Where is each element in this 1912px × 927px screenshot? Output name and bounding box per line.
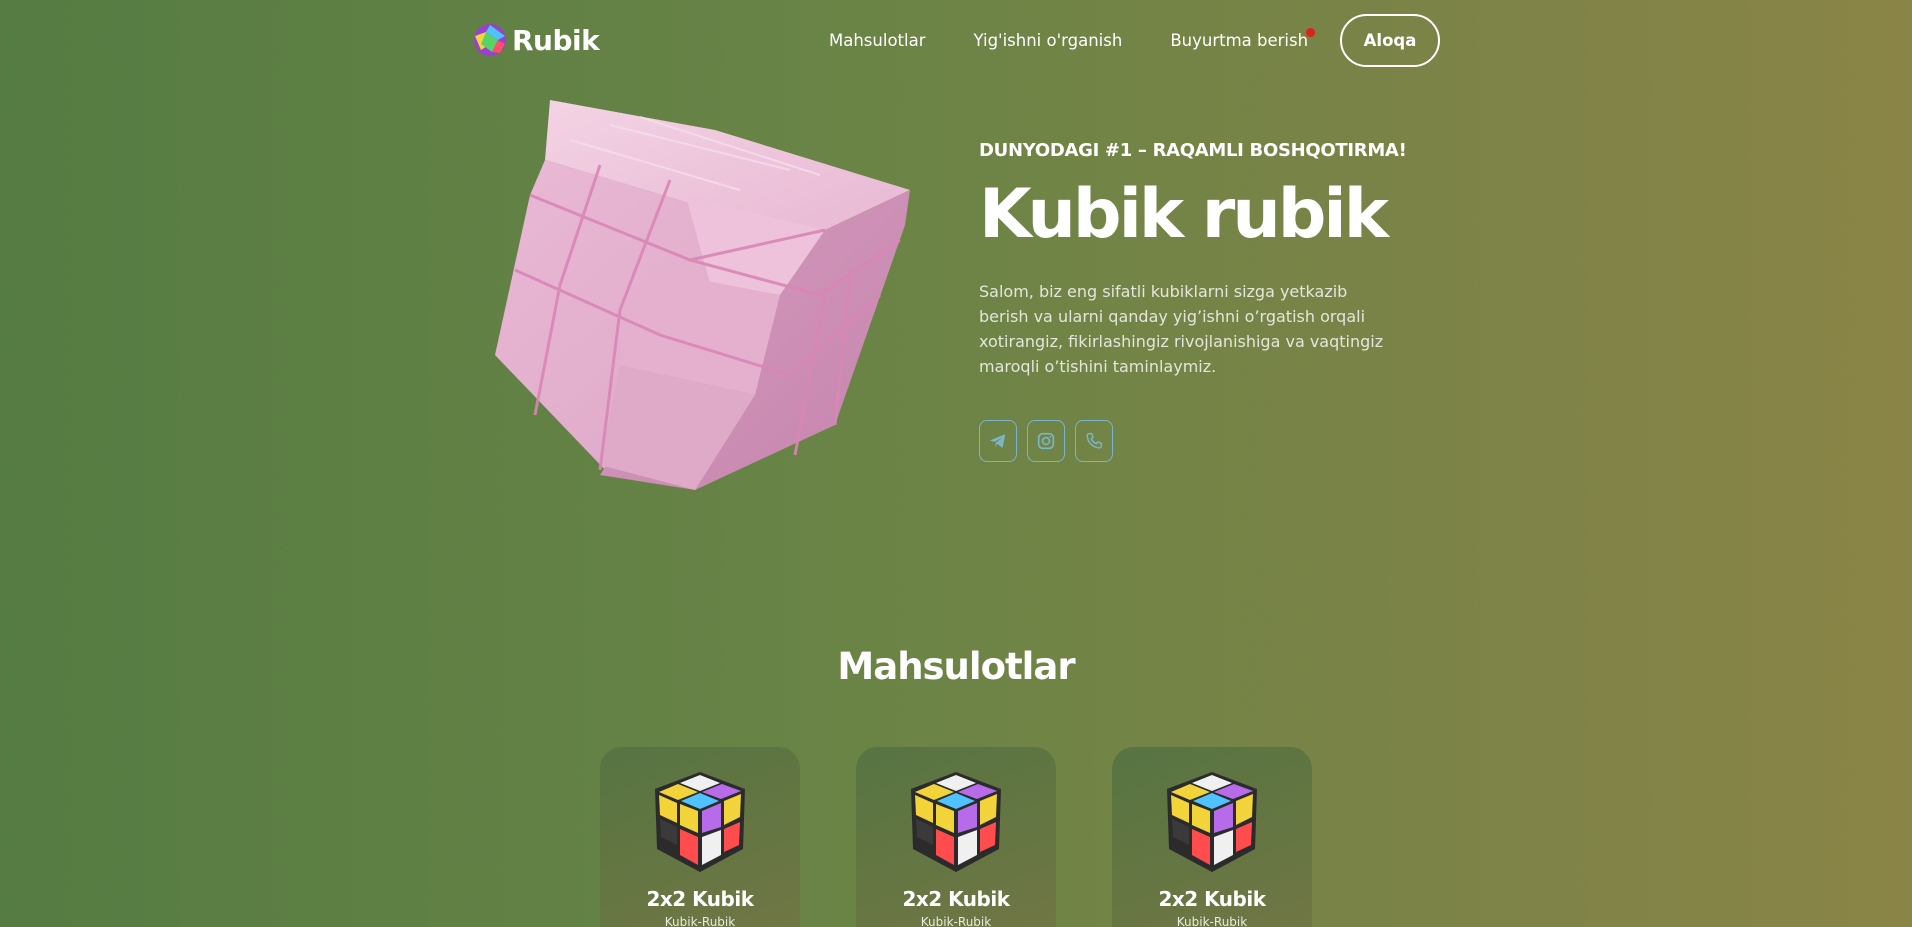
telegram-button[interactable] bbox=[979, 420, 1017, 462]
rubik-2x2-image bbox=[1167, 772, 1257, 872]
nav-links: Mahsulotlar Yig'ishni o'rganish Buyurtma… bbox=[829, 0, 1356, 80]
product-card[interactable]: 2x2 Kubik Kubik-Rubik bbox=[1112, 747, 1312, 927]
product-name: 2x2 Kubik bbox=[646, 887, 754, 911]
social-links bbox=[979, 420, 1429, 462]
telegram-icon bbox=[989, 434, 1006, 448]
hero-eyebrow: DUNYODAGI #1 – RAQAMLI BOSHQOTIRMA! bbox=[979, 140, 1407, 161]
hero-section: DUNYODAGI #1 – RAQAMLI BOSHQOTIRMA! Kubi… bbox=[979, 140, 1429, 462]
phone-button[interactable] bbox=[1075, 420, 1113, 462]
hero-title: Kubik rubik bbox=[979, 175, 1389, 254]
product-name: 2x2 Kubik bbox=[1158, 887, 1266, 911]
instagram-icon bbox=[1037, 432, 1055, 450]
instagram-button[interactable] bbox=[1027, 420, 1065, 462]
product-subtitle: Kubik-Rubik bbox=[920, 915, 992, 927]
top-navigation: Rubik Mahsulotlar Yig'ishni o'rganish Bu… bbox=[0, 0, 1912, 80]
nav-link-order[interactable]: Buyurtma berish bbox=[1170, 27, 1315, 50]
product-card[interactable]: 2x2 Kubik Kubik-Rubik bbox=[600, 747, 800, 927]
product-subtitle: Kubik-Rubik bbox=[664, 915, 736, 927]
logo-text: Rubik bbox=[512, 23, 600, 57]
product-subtitle: Kubik-Rubik bbox=[1176, 915, 1248, 927]
nav-link-learn[interactable]: Yig'ishni o'rganish bbox=[974, 31, 1123, 50]
product-cards: 2x2 Kubik Kubik-Rubik 2x2 Kubik Kubik-Ru… bbox=[600, 747, 1312, 927]
hero-description: Salom, biz eng sifatli kubiklarni sizga … bbox=[979, 282, 1384, 376]
contact-button[interactable]: Aloqa bbox=[1340, 14, 1440, 67]
rubik-logo-icon bbox=[474, 24, 506, 56]
rubik-2x2-image bbox=[655, 772, 745, 872]
nav-link-products[interactable]: Mahsulotlar bbox=[829, 31, 926, 50]
phone-icon bbox=[1086, 432, 1103, 449]
rubik-2x2-image bbox=[911, 772, 1001, 872]
logo[interactable]: Rubik bbox=[472, 20, 600, 60]
product-name: 2x2 Kubik bbox=[902, 887, 1010, 911]
pink-rubik-cube-image bbox=[495, 100, 910, 490]
product-card[interactable]: 2x2 Kubik Kubik-Rubik bbox=[856, 747, 1056, 927]
products-title: Mahsulotlar bbox=[837, 645, 1075, 688]
